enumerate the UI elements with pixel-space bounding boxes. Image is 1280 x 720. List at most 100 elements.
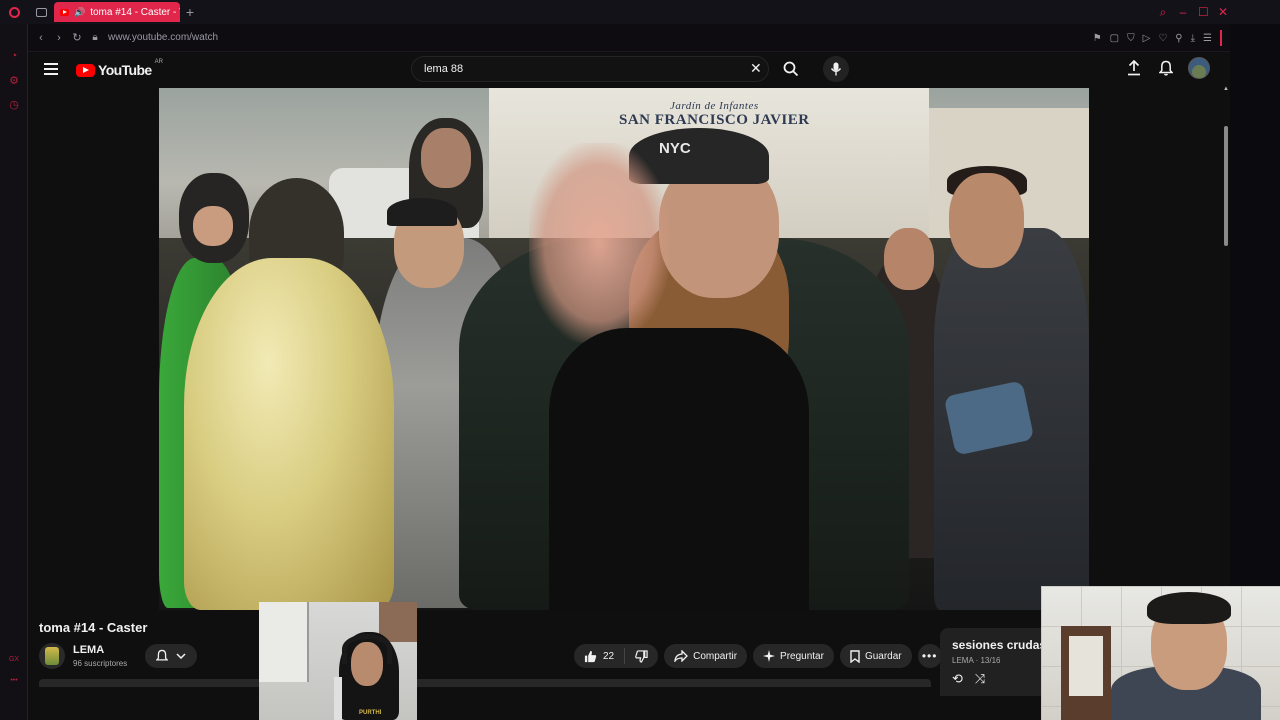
- header-actions: [1124, 57, 1210, 79]
- streamer-webcam-left: PURTHI: [259, 602, 417, 720]
- back-button[interactable]: ‹: [32, 32, 50, 44]
- dislike-button[interactable]: [625, 649, 658, 663]
- easy-setup-icon[interactable]: ☰: [1203, 33, 1212, 44]
- search-input[interactable]: lema 88: [411, 56, 769, 82]
- share-icon: [674, 650, 689, 662]
- person-balaclava-face: [193, 206, 233, 246]
- youtube-play-icon: [76, 63, 95, 77]
- like-dislike-group: 22: [574, 644, 659, 668]
- shuffle-icon[interactable]: ⤨: [975, 671, 985, 687]
- new-tab-button[interactable]: +: [180, 4, 200, 20]
- scroll-up-arrow-icon[interactable]: ▲: [1223, 86, 1229, 92]
- playlist-panel[interactable]: sesiones crudas LEMA · 13/16 ⟲ ⤨: [940, 628, 1050, 696]
- browser-sidebar: ◔ ⚙ ◷ GX •••: [0, 24, 28, 720]
- address-bar-tools: ⚑ ▢ ⛉ ▷ ♡ ⚲ ⤓ ☰: [1093, 24, 1222, 52]
- bookmark-icon: [850, 649, 860, 663]
- more-actions-button[interactable]: •••: [917, 644, 942, 668]
- search-tabs-icon[interactable]: ⌕: [1158, 5, 1168, 20]
- youtube-favicon-icon: [60, 8, 69, 16]
- sparkle-icon: [763, 650, 776, 662]
- microphone-stand: [334, 677, 342, 720]
- headphones: [342, 634, 392, 664]
- bell-icon: [156, 649, 168, 661]
- streamer-webcam-right: [1041, 586, 1280, 720]
- microphone-icon: [830, 62, 842, 76]
- like-count: 22: [603, 650, 615, 662]
- send-icon[interactable]: ▷: [1143, 33, 1151, 44]
- accent-indicator: [1220, 30, 1222, 46]
- forward-button[interactable]: ›: [50, 32, 68, 44]
- share-button[interactable]: Compartir: [664, 644, 748, 668]
- video-title: toma #14 - Caster: [39, 620, 148, 635]
- extensions-icon[interactable]: ⚲: [1175, 33, 1182, 44]
- person-back-face: [421, 128, 471, 188]
- bookmark-icon[interactable]: ⚑: [1093, 33, 1102, 44]
- shirt-text: PURTHI: [359, 710, 382, 716]
- speaker-icon[interactable]: 🔊: [74, 7, 85, 18]
- snapshot-icon[interactable]: ▢: [1110, 33, 1119, 44]
- video-school-sign: Jardín de Infantes SAN FRANCISCO JAVIER: [619, 100, 810, 128]
- reload-button[interactable]: ↻: [68, 31, 86, 44]
- video-actions: 22 Compartir Preguntar Guardar •••: [574, 644, 942, 668]
- minimize-button[interactable]: –: [1178, 5, 1188, 19]
- wall-board: [259, 602, 309, 682]
- browser-tab-bar: 🔊 toma #14 - Caster - Yo + ⌕ – ☐ ✕: [0, 0, 1280, 24]
- channel-avatar[interactable]: [39, 643, 65, 669]
- hamburger-menu-icon[interactable]: [44, 63, 58, 75]
- playlist-position: LEMA · 13/16: [952, 656, 1001, 665]
- person-foreground-black: [549, 328, 809, 610]
- playlist-title: sesiones crudas: [952, 638, 1047, 652]
- window-controls: ⌕ – ☐ ✕: [1158, 0, 1228, 24]
- person-grey-cap: [387, 198, 457, 226]
- chevron-down-icon: [176, 653, 186, 659]
- history-icon[interactable]: ◷: [0, 92, 28, 116]
- address-bar: ‹ › ↻ 🔒︎ www.youtube.com/watch ⚑ ▢ ⛉ ▷ ♡…: [28, 24, 1230, 52]
- aria-assistant-icon[interactable]: ⚙: [0, 68, 28, 92]
- channel-name[interactable]: LEMA: [73, 644, 104, 656]
- lock-icon[interactable]: 🔒︎: [86, 32, 104, 43]
- playlist-controls: ⟲ ⤨: [952, 671, 1050, 687]
- close-window-button[interactable]: ✕: [1218, 5, 1228, 19]
- ask-button[interactable]: Preguntar: [753, 644, 834, 668]
- description-panel[interactable]: [39, 679, 931, 687]
- bell-icon: [1159, 60, 1173, 76]
- browser-tab-active[interactable]: 🔊 toma #14 - Caster - Yo: [54, 2, 180, 22]
- thumbs-up-icon: [584, 650, 597, 662]
- url-field[interactable]: www.youtube.com/watch: [108, 32, 218, 43]
- person-right-face: [949, 173, 1024, 268]
- opera-logo-icon[interactable]: [0, 0, 28, 24]
- sidebar-bottom: GX •••: [0, 642, 28, 684]
- video-player[interactable]: Jardín de Infantes SAN FRANCISCO JAVIER …: [159, 88, 1089, 610]
- speed-dial-icon[interactable]: ◔: [0, 44, 28, 68]
- search-query: lema 88: [424, 63, 464, 75]
- save-button[interactable]: Guardar: [839, 644, 912, 668]
- thumbs-down-icon: [635, 649, 648, 663]
- loop-icon[interactable]: ⟲: [952, 671, 963, 687]
- tab-overview-icon[interactable]: [28, 7, 54, 17]
- shield-icon[interactable]: ⛉: [1127, 33, 1135, 44]
- sidebar-more-icon[interactable]: •••: [0, 677, 28, 684]
- gx-corner-icon[interactable]: GX: [0, 656, 28, 663]
- maximize-button[interactable]: ☐: [1198, 5, 1209, 19]
- guest-hair: [1147, 592, 1231, 624]
- subscriber-count: 96 suscriptores: [73, 659, 128, 668]
- heart-icon[interactable]: ♡: [1158, 33, 1167, 44]
- download-icon[interactable]: ⤓: [1191, 33, 1195, 44]
- search-button[interactable]: [776, 56, 806, 82]
- subscription-bell-button[interactable]: [145, 644, 197, 668]
- blurred-hand: [529, 143, 669, 343]
- scrollbar-thumb[interactable]: [1224, 126, 1228, 246]
- notifications-button[interactable]: [1156, 58, 1176, 78]
- wooden-chair: [1061, 626, 1111, 720]
- tab-title: toma #14 - Caster - Yo: [90, 6, 180, 18]
- youtube-logo[interactable]: YouTube AR: [76, 59, 163, 78]
- person-yellow-puffer: [184, 258, 394, 610]
- account-avatar[interactable]: [1188, 57, 1210, 79]
- upload-button[interactable]: [1124, 58, 1144, 78]
- like-button[interactable]: 22: [574, 648, 626, 664]
- clear-search-icon[interactable]: ✕: [750, 60, 762, 77]
- person-mid-right-face: [884, 228, 934, 290]
- voice-search-button[interactable]: [823, 56, 849, 82]
- more-dots-icon: •••: [921, 649, 938, 663]
- youtube-header: YouTube AR lema 88 ✕: [28, 52, 1230, 86]
